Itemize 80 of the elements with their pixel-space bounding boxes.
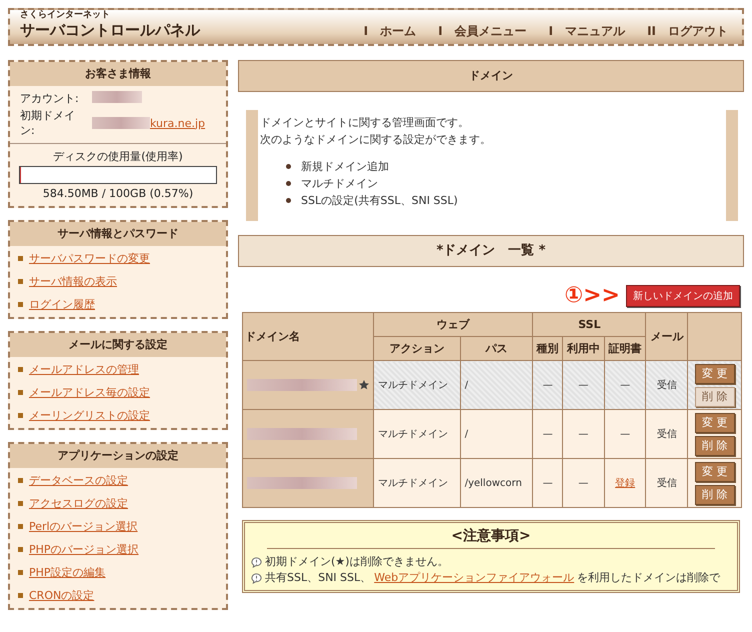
column-header: ウェブ: [374, 312, 533, 336]
column-header: SSL: [532, 312, 646, 336]
edit-button[interactable]: 変 更: [694, 412, 735, 432]
feature-item: 新規ドメイン追加: [301, 159, 389, 175]
column-header: 種別: [532, 336, 563, 360]
account-label: アカウント:: [20, 91, 80, 106]
table-cell: 受信: [646, 410, 688, 458]
speech-bubble-icon: [251, 572, 262, 584]
delete-button[interactable]: 削 除: [694, 484, 735, 504]
blurred-domain: [92, 117, 150, 129]
table-cell: —: [532, 360, 563, 410]
disk-title: ディスクの使用量(使用率): [53, 149, 183, 164]
table-cell: マルチドメイン: [374, 360, 460, 410]
intro-text: ドメインとサイトに関する管理画面です。: [260, 115, 470, 131]
edit-button[interactable]: 変 更: [694, 364, 735, 384]
blurred-account: [92, 91, 142, 103]
speech-bubble-icon: [251, 556, 262, 568]
bullet-icon: [286, 181, 291, 186]
menu-link[interactable]: CRONの設定: [18, 588, 218, 603]
register-link[interactable]: 登録: [615, 478, 636, 489]
menu-link[interactable]: サーバ情報の表示: [18, 274, 218, 289]
table-cell: 受信: [646, 360, 688, 410]
nav-link[interactable]: I マニュアル: [548, 23, 626, 40]
table-cell: —: [562, 360, 604, 410]
table-cell: —: [562, 410, 604, 458]
table-cell: —: [562, 458, 604, 508]
domain-label: 初期ドメイン:: [20, 108, 76, 138]
menu-link[interactable]: ログイン履歴: [18, 297, 218, 312]
menu-link[interactable]: PHPのバージョン選択: [18, 542, 218, 557]
menu-link[interactable]: PHP設定の編集: [18, 565, 218, 580]
brand-subtitle: さくらインターネット: [20, 9, 111, 21]
domain-link[interactable]: kura.ne.jp: [150, 116, 206, 130]
bullet-icon: [286, 198, 291, 203]
column-header: アクション: [374, 336, 460, 360]
panel-title: サーバ情報とパスワード: [10, 222, 226, 246]
column-header: 利用中: [562, 336, 604, 360]
panel-title: お客さま情報: [10, 62, 226, 86]
feature-item: SSLの設定(共有SSL、SNI SSL): [301, 193, 458, 209]
menu-link[interactable]: メールアドレスの管理: [18, 362, 218, 377]
section-title: *ドメイン 一覧 *: [238, 235, 744, 267]
feature-item: マルチドメイン: [301, 176, 378, 192]
table-cell: マルチドメイン: [374, 410, 460, 458]
table-cell: マルチドメイン: [374, 458, 460, 508]
bullet-icon: [286, 164, 291, 169]
table-cell: 受信: [646, 458, 688, 508]
note-text: を利用したドメインは削除で: [577, 570, 720, 586]
brand-title: サーバコントロールパネル: [20, 21, 200, 40]
menu-link[interactable]: サーバパスワードの変更: [18, 251, 218, 266]
edit-button[interactable]: 変 更: [694, 462, 735, 482]
note-link[interactable]: Webアプリケーションファイアウォール: [374, 570, 574, 586]
note-text: 共有SSL、SNI SSL、: [265, 570, 372, 586]
add-domain-button[interactable]: 新しいドメインの追加: [626, 284, 740, 306]
menu-link[interactable]: Perlのバージョン選択: [18, 519, 218, 534]
annotation-text: ①>>: [564, 283, 620, 308]
panel-title: アプリケーションの設定: [10, 444, 226, 468]
column-header: パス: [460, 336, 533, 360]
nav-link[interactable]: I 会員メニュー: [438, 23, 527, 40]
nav-link[interactable]: II ログアウト: [647, 23, 728, 40]
nav-link[interactable]: I ホーム: [364, 23, 416, 40]
table-cell: —: [620, 380, 630, 390]
table-cell: —: [532, 410, 563, 458]
table-cell: /: [460, 410, 533, 458]
table-cell: —: [532, 458, 563, 508]
panel-title: メールに関する設定: [10, 333, 226, 357]
menu-link[interactable]: アクセスログの設定: [18, 496, 218, 511]
page-title: ドメイン: [238, 60, 744, 92]
column-header: ドメイン名: [242, 312, 374, 360]
column-header: メール: [646, 312, 688, 360]
table-cell: /: [460, 360, 533, 410]
note-text: 初期ドメイン(★)は削除できません。: [265, 554, 448, 570]
table-cell: /yellowcorn: [460, 458, 533, 508]
menu-link[interactable]: メーリングリストの設定: [18, 408, 218, 423]
table-cell: —: [620, 428, 630, 440]
delete-button[interactable]: 削 除: [694, 436, 735, 456]
menu-link[interactable]: データベースの設定: [18, 473, 218, 488]
notes-title: <注意事項>: [267, 527, 715, 549]
menu-link[interactable]: メールアドレス毎の設定: [18, 385, 218, 400]
disk-reading: 584.50MB / 100GB (0.57%): [42, 186, 194, 201]
column-header: 証明書: [604, 336, 646, 360]
intro-text: 次のようなドメインに関する設定ができます。: [260, 132, 492, 148]
